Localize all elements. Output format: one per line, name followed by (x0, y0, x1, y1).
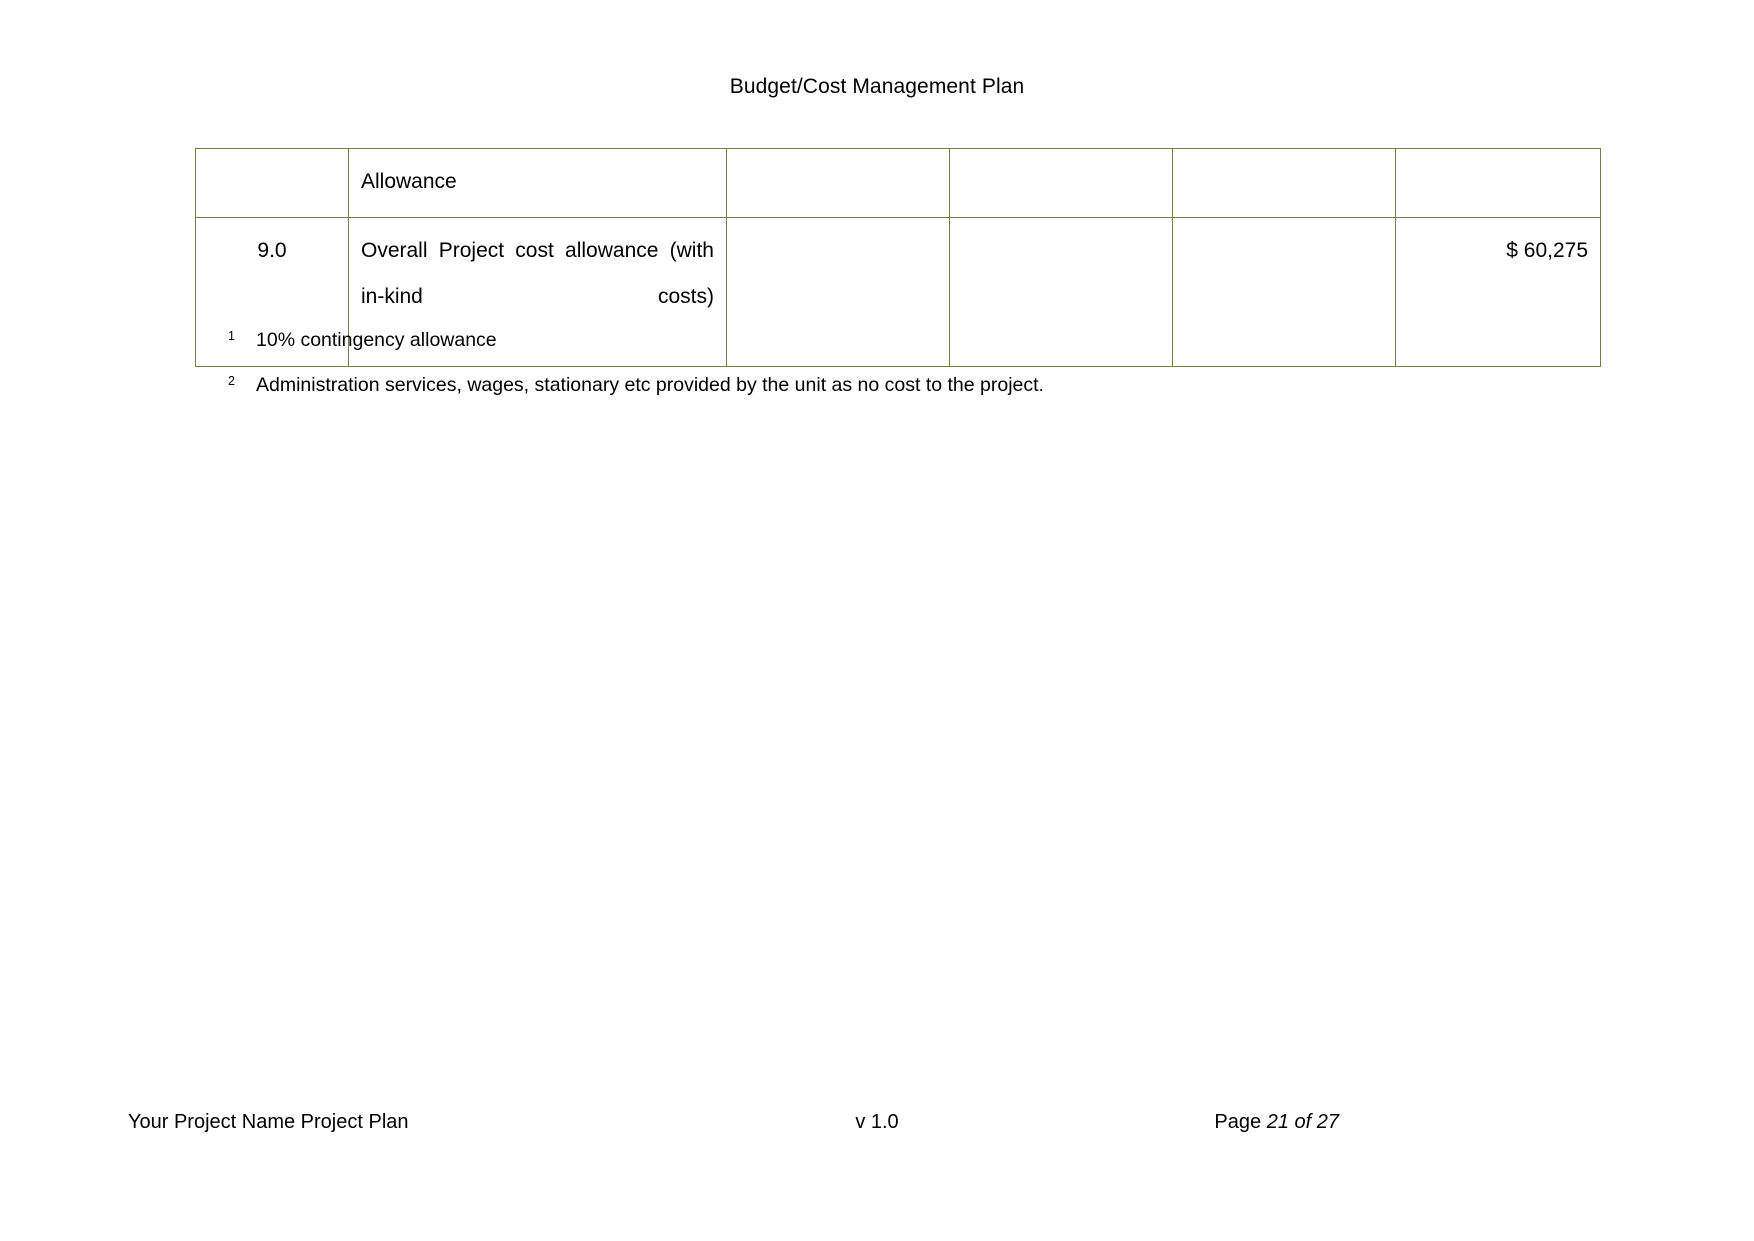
table-cell-amount (1395, 148, 1601, 218)
footer-page-label: Page (1214, 1111, 1262, 1133)
table-cell-description: Allowance (348, 148, 727, 218)
footer-page-value: 21 of 27 (1266, 1111, 1339, 1133)
cell-value: 9.0 (257, 239, 287, 262)
footnote-text: Administration services, wages, stationa… (256, 374, 1044, 396)
table-cell-item-number (195, 148, 349, 218)
footnote-text: 10% contingency allowance (256, 329, 497, 351)
cell-value: Allowance (361, 170, 457, 193)
document-page: Budget/Cost Management Plan Allowance 9.… (0, 0, 1754, 1241)
footnote-marker: 1 (228, 329, 235, 343)
table-cell-col4 (949, 148, 1173, 218)
table-cell-col5 (1172, 148, 1396, 218)
footnote-item: 1 10% contingency allowance (228, 326, 1528, 354)
page-title: Budget/Cost Management Plan (729, 75, 1025, 98)
cell-value: Overall Project cost allowance (with in-… (361, 239, 714, 308)
table-cell-col3 (726, 148, 950, 218)
page-footer: Your Project Name Project Plan v 1.0 Pag… (0, 1108, 1754, 1138)
footnote-item: 2 Administration services, wages, statio… (228, 371, 1528, 399)
cell-value: $ 60,275 (1506, 239, 1588, 262)
footnotes-section: 1 10% contingency allowance 2 Administra… (228, 326, 1528, 416)
footer-version: v 1.0 (855, 1111, 899, 1133)
footnote-marker: 2 (228, 374, 235, 388)
footer-page-number: Page 21 of 27 (1214, 1108, 1339, 1136)
table-row: Allowance (195, 148, 1601, 218)
